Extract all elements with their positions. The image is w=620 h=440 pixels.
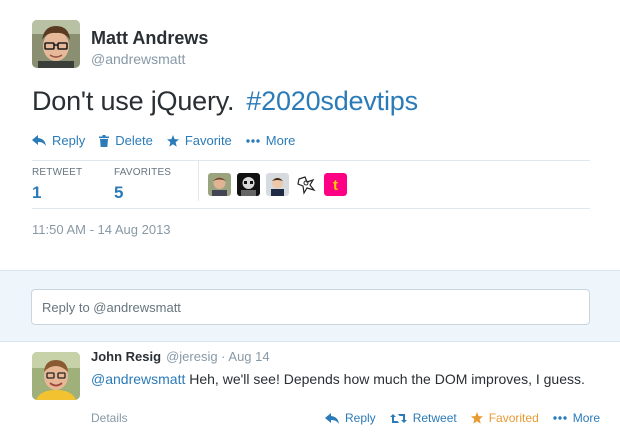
favorited-button[interactable]: Favorited: [470, 411, 539, 425]
favorite-label: Favorite: [184, 133, 232, 148]
reply-header: John Resig @jeresig · Aug 14: [91, 349, 270, 364]
stat-divider: [198, 161, 199, 201]
tweet-timestamp[interactable]: 11:50 AM - 14 Aug 2013: [32, 222, 171, 237]
reply-button[interactable]: Reply: [32, 133, 85, 148]
favorites-stat-label: FAVORITES: [114, 167, 172, 178]
avatar[interactable]: [32, 352, 80, 400]
reply-label: Reply: [345, 411, 376, 425]
favorite-button[interactable]: Favorite: [166, 133, 232, 148]
more-button[interactable]: More: [246, 133, 296, 148]
delete-label: Delete: [115, 133, 153, 148]
favoriter-avatar[interactable]: [237, 173, 260, 196]
tweet-text-body: Don't use jQuery.: [32, 86, 235, 116]
mention-link[interactable]: @andrewsmatt: [91, 371, 185, 387]
tweet-text: Don't use jQuery. #2020sdevtips: [32, 86, 418, 117]
details-link[interactable]: Details: [91, 411, 128, 425]
hashtag-link[interactable]: #2020sdevtips: [246, 86, 418, 116]
favorited-label: Favorited: [488, 411, 539, 425]
more-button[interactable]: More: [553, 411, 600, 425]
author-handle[interactable]: @andrewsmatt: [91, 51, 185, 67]
svg-text:t: t: [333, 177, 338, 194]
more-dots-icon: [246, 138, 260, 143]
reply-button[interactable]: Reply: [325, 411, 376, 425]
reply-actions: Reply Retweet Favorited More: [325, 411, 614, 425]
delete-button[interactable]: Delete: [99, 133, 153, 148]
reply-text-body: Heh, we'll see! Depends how much the DOM…: [185, 371, 585, 387]
reply-icon: [32, 135, 46, 146]
retweet-icon: [389, 413, 407, 424]
divider: [32, 160, 590, 161]
main-tweet: Matt Andrews @andrewsmatt Don't use jQue…: [0, 0, 620, 270]
retweet-label: Retweet: [412, 411, 457, 425]
more-label: More: [265, 133, 296, 148]
reply-text: @andrewsmatt Heh, we'll see! Depends how…: [91, 370, 591, 388]
star-icon: [470, 412, 483, 424]
favoriter-avatar[interactable]: t: [324, 173, 347, 196]
more-dots-icon: [553, 416, 567, 420]
favoriter-avatar[interactable]: [266, 173, 289, 196]
favoriter-avatar[interactable]: [295, 173, 318, 196]
retweet-count: 1: [32, 183, 42, 202]
author-name[interactable]: Matt Andrews: [91, 28, 208, 49]
retweet-button[interactable]: Retweet: [389, 411, 457, 425]
trash-icon: [99, 134, 110, 147]
reply-tweet: John Resig @jeresig · Aug 14 @andrewsmatt…: [0, 342, 620, 440]
avatar[interactable]: [32, 20, 80, 68]
retweet-stat-label: RETWEET: [32, 167, 83, 178]
favoriter-avatars: t: [208, 173, 353, 196]
retweet-stat[interactable]: RETWEET 1: [32, 167, 82, 203]
favorites-stat[interactable]: FAVORITES 5: [114, 167, 171, 203]
reply-author-name[interactable]: John Resig: [91, 349, 161, 364]
tweet-actions: Reply Delete Favorite More: [32, 133, 309, 148]
star-icon: [166, 134, 179, 147]
favorites-count: 5: [114, 183, 124, 202]
favoriter-avatar[interactable]: [208, 173, 231, 196]
reply-input[interactable]: Reply to @andrewsmatt: [31, 289, 590, 325]
reply-label: Reply: [52, 133, 86, 148]
reply-area: Reply to @andrewsmatt: [0, 270, 620, 342]
reply-icon: [325, 412, 339, 424]
reply-meta[interactable]: @jeresig · Aug 14: [166, 349, 270, 364]
divider: [32, 208, 590, 209]
more-label: More: [572, 411, 601, 425]
